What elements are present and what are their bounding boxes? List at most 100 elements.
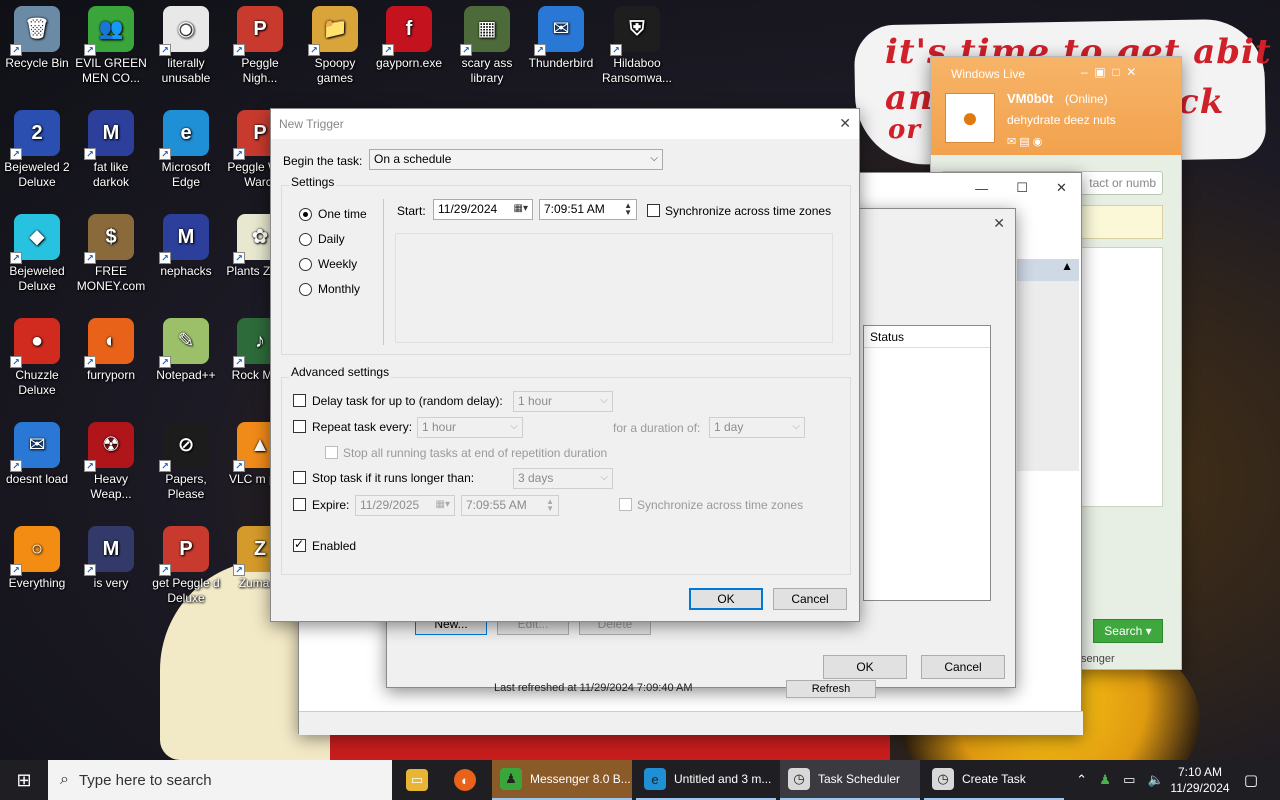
enabled-checkbox[interactable]: [293, 537, 306, 552]
desktop-icon[interactable]: ☢ ↗ Heavy Weap...: [74, 422, 148, 502]
taskbar-clock[interactable]: 7:10 AM 11/29/2024: [1168, 760, 1232, 800]
sync-timezones-checkbox[interactable]: [647, 204, 660, 217]
desktop-icon[interactable]: ○ ↗ Everything: [0, 526, 74, 591]
desktop-icon[interactable]: e ↗ Microsoft Edge: [149, 110, 223, 190]
expire-sync-checkbox[interactable]: [619, 498, 632, 511]
taskbar-app-button[interactable]: ♟ Messenger 8.0 B...: [492, 760, 632, 800]
settings-group-label: Settings: [289, 175, 337, 189]
schedule-detail-panel: [395, 233, 833, 343]
begin-task-select[interactable]: On a schedule ⌵: [369, 149, 663, 170]
close-icon[interactable]: ✕: [993, 215, 1005, 232]
create-task-cancel-button[interactable]: Cancel: [921, 655, 1005, 679]
desktop-icon[interactable]: ⛨ ↗ Hildaboo Ransomwa...: [600, 6, 674, 86]
minimize-icon[interactable]: –: [1081, 65, 1088, 79]
close-icon[interactable]: ✕: [1056, 180, 1067, 196]
radio-button[interactable]: [299, 282, 312, 296]
create-task-ok-button[interactable]: OK: [823, 655, 907, 679]
desktop-icon[interactable]: $ ↗ FREE MONEY.com: [74, 214, 148, 294]
taskbar-app-button[interactable]: ◷ Task Scheduler: [780, 760, 920, 800]
desktop-icon[interactable]: M ↗ nephacks: [149, 214, 223, 279]
volume-icon[interactable]: 🔈: [1148, 772, 1164, 788]
stop-if-longer-select[interactable]: 3 days ⌵: [513, 468, 613, 489]
chevron-down-icon: ⌵: [600, 395, 608, 406]
desktop-icon[interactable]: ✎ ↗ Notepad++: [149, 318, 223, 383]
desktop-icon[interactable]: 🗑 ↗ Recycle Bin: [0, 6, 74, 71]
repeat-task-checkbox[interactable]: [293, 420, 306, 433]
shortcut-arrow-icon: ↗: [382, 44, 394, 56]
desktop-icon[interactable]: ● ↗ Chuzzle Deluxe: [0, 318, 74, 398]
notifications-button[interactable]: ▢: [1236, 760, 1266, 800]
personal-message[interactable]: dehydrate deez nuts: [1007, 113, 1116, 127]
schedule-option-daily[interactable]: Daily: [299, 232, 345, 246]
radio-button[interactable]: [299, 257, 312, 271]
repeat-interval-select[interactable]: 1 hour ⌵: [417, 417, 523, 438]
close-icon[interactable]: ✕: [839, 115, 851, 132]
windows-icon: ⊞: [16, 769, 32, 790]
taskbar-search-box[interactable]: ⌕ Type here to search: [48, 760, 392, 800]
msn-tray-icon[interactable]: ♟: [1099, 772, 1111, 788]
clock-date: 11/29/2024: [1170, 781, 1230, 795]
chuzzle-icon: ● ↗: [10, 318, 60, 368]
ok-button[interactable]: OK: [689, 588, 763, 610]
chevron-down-icon: ⌵: [510, 421, 518, 432]
desktop-icon[interactable]: M ↗ is very: [74, 526, 148, 591]
expire-date-picker[interactable]: 11/29/2025 ▦▾: [355, 495, 455, 516]
desktop-icon[interactable]: ✉ ↗ doesnt load: [0, 422, 74, 487]
start-time-stepper[interactable]: 7:09:51 AM ▲ ▼: [539, 199, 637, 220]
desktop-icon[interactable]: ◉ ↗ literally unusable: [149, 6, 223, 86]
restore-icon[interactable]: ▣: [1094, 65, 1105, 79]
desktop-icon[interactable]: ◆ ↗ Bejeweled Deluxe: [0, 214, 74, 294]
taskbar: ⊞ ⌕ Type here to search ▭ ◐ ♟ Messenger 8…: [0, 760, 1280, 800]
desktop-icon[interactable]: ◐ ↗ furryporn: [74, 318, 148, 383]
desktop-icon[interactable]: ▦ ↗ scary ass library: [450, 6, 524, 86]
taskbar-app-button[interactable]: ◷ Create Task: [924, 760, 1064, 800]
schedule-option-one-time[interactable]: One time: [299, 207, 367, 221]
taskbar-firefox[interactable]: ◐: [448, 760, 482, 800]
desktop-icon[interactable]: f ↗ gayporn.exe: [372, 6, 446, 71]
desktop-icon[interactable]: P ↗ Peggle Nigh...: [223, 6, 297, 86]
taskbar-app-button[interactable]: e Untitled and 3 m...: [636, 760, 776, 800]
desktop-icon[interactable]: ✉ ↗ Thunderbird: [524, 6, 598, 71]
desktop-icon[interactable]: 👥 ↗ EVIL GREEN MEN CO...: [74, 6, 148, 86]
cancel-button[interactable]: Cancel: [773, 588, 847, 610]
shortcut-arrow-icon: ↗: [233, 356, 245, 368]
maximize-icon[interactable]: □: [1112, 65, 1119, 79]
delay-select[interactable]: 1 hour ⌵: [513, 391, 613, 412]
start-date-picker[interactable]: 11/29/2024 ▦▾: [433, 199, 533, 220]
duration-select[interactable]: 1 day ⌵: [709, 417, 805, 438]
stop-all-checkbox[interactable]: [325, 446, 338, 459]
messenger-search-button[interactable]: Search ▾: [1093, 619, 1163, 643]
delay-task-checkbox[interactable]: [293, 394, 306, 407]
desktop-icon[interactable]: P ↗ get Peggle d Deluxe: [149, 526, 223, 606]
shortcut-arrow-icon: ↗: [308, 44, 320, 56]
messenger-username[interactable]: VM0b0t: [1007, 91, 1053, 106]
avatar[interactable]: ●: [945, 93, 995, 143]
taskbar-file-explorer[interactable]: ▭: [400, 760, 434, 800]
desktop-icon[interactable]: 2 ↗ Bejeweled 2 Deluxe: [0, 110, 74, 190]
desktop-icon[interactable]: ⊘ ↗ Papers, Please: [149, 422, 223, 502]
messenger-status[interactable]: (Online): [1065, 92, 1108, 106]
triggers-list[interactable]: Status: [863, 325, 991, 601]
shortcut-arrow-icon: ↗: [10, 564, 22, 576]
close-icon[interactable]: ✕: [1126, 65, 1136, 79]
expire-time-stepper[interactable]: 7:09:55 AM ▲ ▼: [461, 495, 559, 516]
desktop-icon[interactable]: 📁 ↗ Spoopy games: [298, 6, 372, 86]
refresh-button[interactable]: Refresh: [786, 680, 876, 698]
radio-button[interactable]: [299, 207, 312, 221]
search-icon: ○ ↗: [10, 526, 60, 576]
actions-pane-header[interactable]: ▲: [1017, 259, 1079, 281]
schedule-option-monthly[interactable]: Monthly: [299, 282, 360, 296]
radio-button[interactable]: [299, 232, 312, 246]
expire-checkbox[interactable]: [293, 498, 306, 511]
chevron-up-icon[interactable]: ⌃: [1076, 772, 1087, 788]
schedule-option-weekly[interactable]: Weekly: [299, 257, 357, 271]
stop-if-longer-checkbox[interactable]: [293, 471, 306, 484]
expire-label: Expire:: [312, 498, 350, 512]
clock-time: 7:10 AM: [1177, 765, 1223, 779]
maximize-icon[interactable]: ☐: [1016, 180, 1028, 196]
network-icon[interactable]: ▭: [1123, 772, 1135, 788]
status-column-header[interactable]: Status: [864, 326, 990, 348]
start-button[interactable]: ⊞: [0, 760, 48, 800]
minimize-icon[interactable]: —: [975, 181, 988, 196]
desktop-icon[interactable]: M ↗ fat like darkok: [74, 110, 148, 190]
